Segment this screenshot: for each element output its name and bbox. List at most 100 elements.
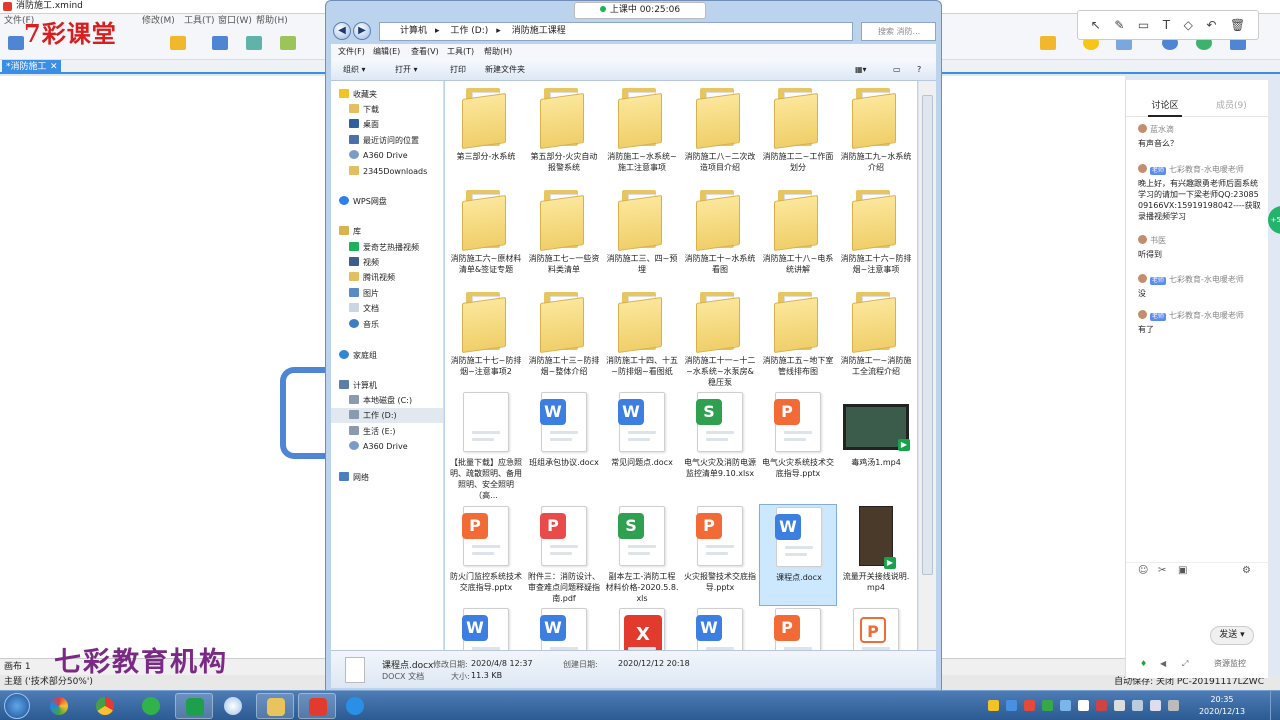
file-item[interactable]: ▶ 流量开关接线说明.mp4	[837, 504, 915, 606]
taskbar-app-classroom[interactable]	[175, 693, 213, 719]
tray-expand-icon[interactable]	[1168, 700, 1179, 711]
boundary-icon[interactable]	[246, 36, 262, 50]
file-item[interactable]: W	[525, 606, 603, 650]
scrollbar-thumb[interactable]	[922, 95, 933, 575]
file-item[interactable]: 【批量下载】应急照明、疏散照明、备用照明、安全照明（高...	[447, 390, 525, 500]
microphone-icon[interactable]: ♦	[1140, 656, 1147, 672]
folder-item[interactable]: 消防施工五~地下室管线排布图	[759, 288, 837, 390]
file-item[interactable]: W	[447, 606, 525, 650]
folder-item[interactable]: 消防施工七~一些资料类清单	[525, 186, 603, 288]
taskbar-app-360[interactable]	[132, 693, 170, 719]
start-button[interactable]	[4, 693, 30, 719]
rectangle-icon[interactable]: ▭	[1138, 18, 1149, 32]
forward-icon[interactable]: ▶	[353, 22, 371, 40]
file-item[interactable]: S 副本左工-消防工程材料价格-2020.5.8.xls	[603, 504, 681, 606]
xmind-menu-window[interactable]: 窗口(W)	[218, 14, 252, 28]
help-icon[interactable]: ?	[917, 59, 921, 81]
file-item[interactable]: P	[837, 606, 915, 650]
member-count-badge[interactable]: +5	[1268, 206, 1280, 234]
folder-item[interactable]: 消防施工十六~防排烟~注意事项	[837, 186, 915, 288]
nav-iqiyi[interactable]: 爱奇艺热播视频	[349, 240, 419, 255]
taskbar-app-browser[interactable]	[214, 693, 252, 719]
insert-topic-icon[interactable]	[170, 36, 186, 50]
nav-computer[interactable]: 计算机	[339, 378, 377, 393]
address-bar[interactable]: 计算机 ▸ 工作 (D:) ▸ 消防施工课程	[379, 22, 853, 41]
tab-discussion[interactable]: 讨论区	[1148, 95, 1182, 117]
scissors-icon[interactable]: ✂	[1158, 565, 1166, 576]
nav-videos[interactable]: 视频	[349, 255, 379, 270]
file-item[interactable]: P 火灾报警技术交底指导.pptx	[681, 504, 759, 606]
taskbar-app-explorer[interactable]	[256, 693, 294, 719]
fullscreen-icon[interactable]: ⤢	[1182, 656, 1188, 672]
folder-item[interactable]: 第三部分-水系统	[447, 84, 525, 186]
tray-flag-icon[interactable]	[1114, 700, 1125, 711]
nav-recent[interactable]: 最近访问的位置	[349, 133, 419, 148]
xmind-menu-tools[interactable]: 工具(T)	[184, 14, 215, 28]
folder-item[interactable]: 消防施工九~水系统介绍	[837, 84, 915, 186]
menu-edit[interactable]: 编辑(E)	[373, 44, 400, 59]
pen-icon[interactable]: ✎	[1114, 18, 1124, 32]
file-item[interactable]: P 防火门监控系统技术交底指导.pptx	[447, 504, 525, 606]
send-button[interactable]: 发送 ▾	[1210, 626, 1254, 645]
new-folder-button[interactable]: 新建文件夹	[485, 59, 525, 81]
undo-icon[interactable]: ↶	[1206, 18, 1216, 32]
folder-item[interactable]: 消防施工六~原材料清单&签证专题	[447, 186, 525, 288]
tray-input-icon[interactable]	[1078, 700, 1089, 711]
emoji-icon[interactable]: ☺	[1138, 565, 1148, 576]
tab-members[interactable]: 成员(9)	[1216, 95, 1247, 117]
file-item[interactable]: W	[681, 606, 759, 650]
nav-2345downloads[interactable]: 2345Downloads	[349, 164, 427, 179]
view-options-icon[interactable]: ▦▾	[855, 59, 867, 81]
network-icon[interactable]	[1132, 700, 1143, 711]
nav-downloads[interactable]: 下载	[349, 102, 379, 117]
nav-a360[interactable]: A360 Drive	[349, 148, 408, 163]
nav-network[interactable]: 网络	[339, 470, 369, 485]
text-icon[interactable]: T	[1163, 18, 1170, 32]
preview-pane-icon[interactable]: ▭	[893, 59, 901, 81]
close-icon[interactable]: ✕	[50, 60, 58, 74]
resource-monitor-label[interactable]: 资源监控	[1214, 656, 1246, 672]
tray-folder-icon[interactable]	[988, 700, 999, 711]
breadcrumb-drive-d[interactable]: 工作 (D:)	[450, 26, 488, 36]
summary-icon[interactable]	[280, 36, 296, 50]
menu-view[interactable]: 查看(V)	[411, 44, 439, 59]
folder-item[interactable]: 消防施工二~工作面划分	[759, 84, 837, 186]
breadcrumb-computer[interactable]: 计算机	[400, 26, 427, 36]
settings-icon[interactable]: ⚙	[1242, 565, 1251, 576]
vertical-scrollbar[interactable]	[918, 81, 936, 650]
folder-item[interactable]: 消防施工十一~十二~水系统~水泵房&稳压泵	[681, 288, 759, 390]
tray-360-icon[interactable]	[1042, 700, 1053, 711]
nav-drive-e[interactable]: 生活 (E:)	[349, 424, 396, 439]
nav-desktop[interactable]: 桌面	[349, 117, 379, 132]
file-item[interactable]: X	[603, 606, 681, 650]
open-button[interactable]: 打开 ▾	[395, 59, 418, 81]
file-item[interactable]: P	[759, 606, 837, 650]
nav-a360-drive[interactable]: A360 Drive	[349, 439, 408, 454]
nav-documents[interactable]: 文档	[349, 301, 379, 316]
taskbar-app-chrome[interactable]	[86, 693, 124, 719]
nav-wps-cloud[interactable]: WPS网盘	[339, 194, 387, 209]
tab-xmind-document[interactable]: *消防施工 ✕	[2, 60, 61, 74]
live-class-indicator[interactable]: 上课中 00:25:06	[574, 2, 706, 19]
tray-cloud-icon[interactable]	[1060, 700, 1071, 711]
taskbar-app-color-balls[interactable]	[40, 693, 78, 719]
back-icon[interactable]: ◀	[333, 22, 351, 40]
file-item[interactable]: P 电气火灾系统技术交底指导.pptx	[759, 390, 837, 492]
folder-item[interactable]: 消防施工十三~防排烟~整体介绍	[525, 288, 603, 390]
folder-item[interactable]: 消防施工三、四~预埋	[603, 186, 681, 288]
folder-item[interactable]: 消防施工十八~电系统讲解	[759, 186, 837, 288]
file-item[interactable]: W 常见问题点.docx	[603, 390, 681, 492]
taskbar-app-xmind[interactable]	[298, 693, 336, 719]
folder-item[interactable]: 消防施工十四、十五~防排烟~看图纸	[603, 288, 681, 390]
nav-music[interactable]: 音乐	[349, 317, 379, 332]
xmind-menu-help[interactable]: 帮助(H)	[256, 14, 288, 28]
nav-pictures[interactable]: 图片	[349, 286, 379, 301]
nav-drive-c[interactable]: 本地磁盘 (C:)	[349, 393, 412, 408]
trash-icon[interactable]: 🗑	[1230, 18, 1245, 32]
folder-item[interactable]: 消防施工~水系统~施工注意事项	[603, 84, 681, 186]
nav-homegroup[interactable]: 家庭组	[339, 348, 377, 363]
relationship-icon[interactable]	[212, 36, 228, 50]
presentation-icon[interactable]	[1040, 36, 1056, 50]
organize-button[interactable]: 组织 ▾	[343, 59, 366, 81]
folder-item[interactable]: 消防施工十七~防排烟~注意事项2	[447, 288, 525, 390]
